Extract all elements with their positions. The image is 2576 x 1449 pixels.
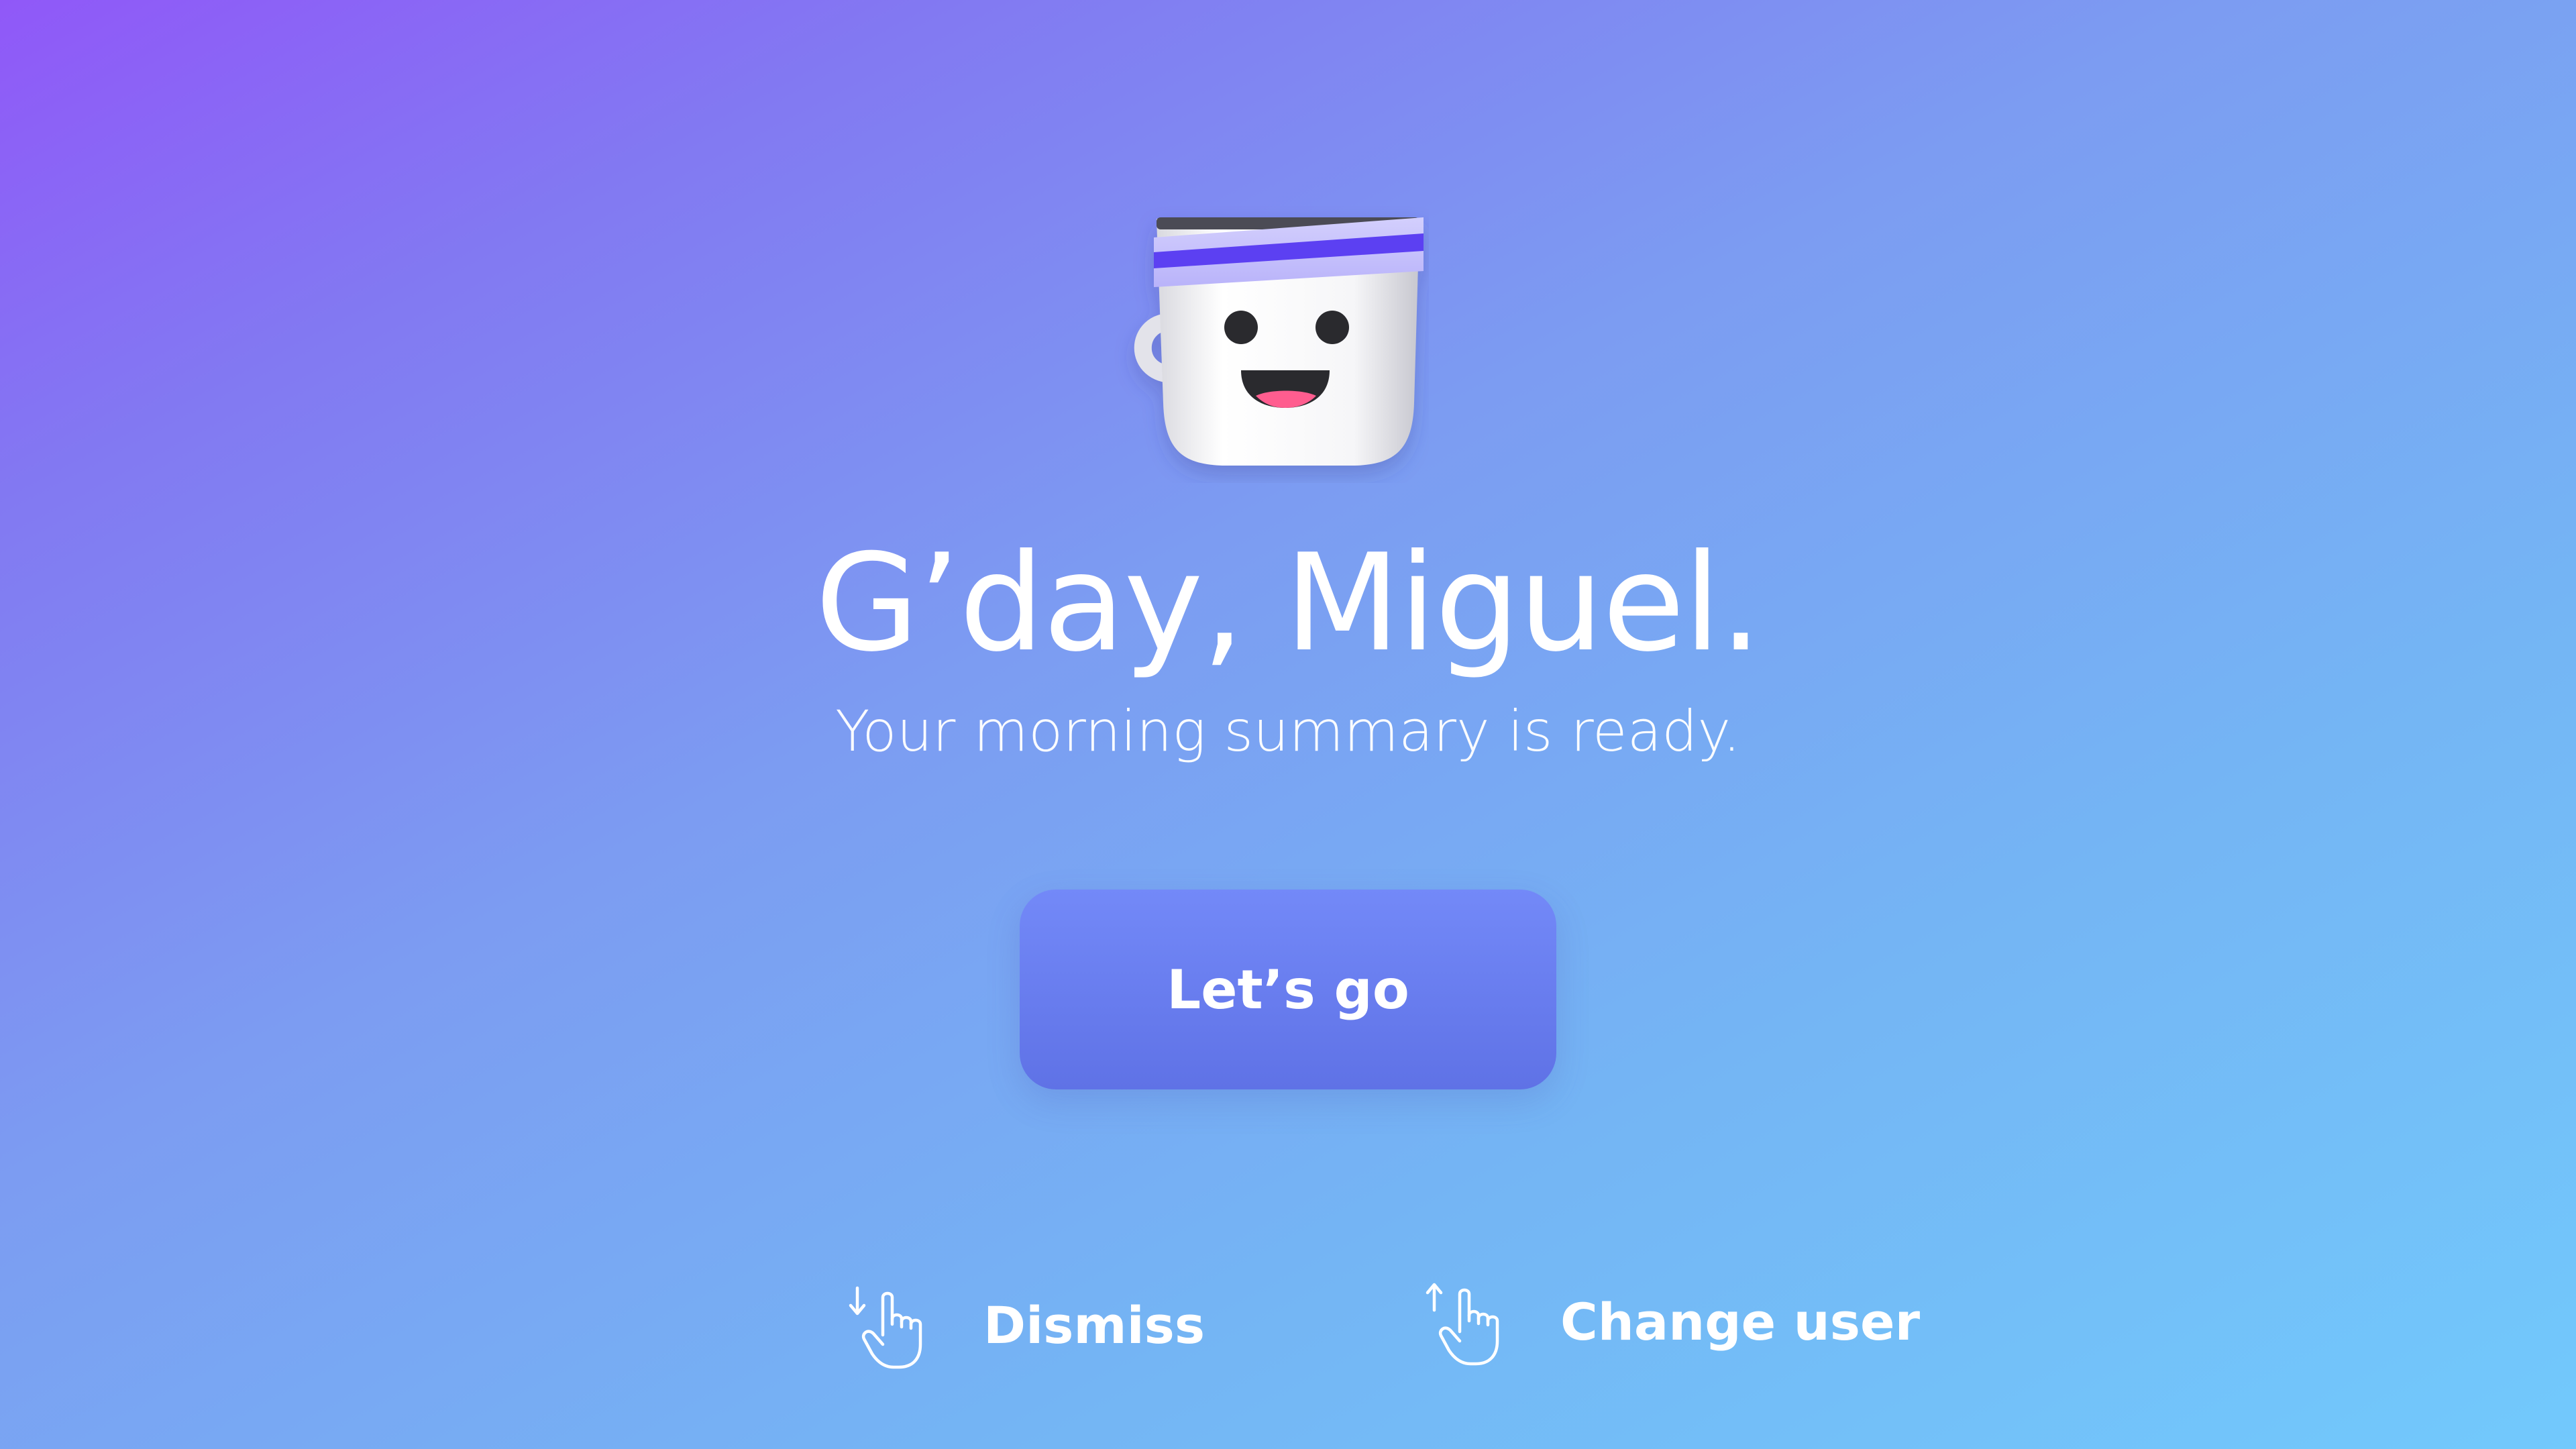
greeting-title: G’day, Miguel. [815, 525, 1762, 682]
dismiss-gesture-hint[interactable]: Dismiss [845, 1275, 1205, 1375]
lets-go-button[interactable]: Let’s go [1020, 890, 1556, 1089]
greeting-subtitle: Your morning summary is ready. [835, 698, 1741, 764]
change-user-gesture-hint[interactable]: Change user [1422, 1271, 1920, 1372]
mascot-coffee-cup-icon [1114, 201, 1429, 483]
change-user-label: Change user [1560, 1291, 1921, 1352]
dismiss-label: Dismiss [983, 1295, 1205, 1355]
swipe-down-hand-icon [845, 1275, 946, 1375]
swipe-up-hand-icon [1422, 1271, 1523, 1372]
